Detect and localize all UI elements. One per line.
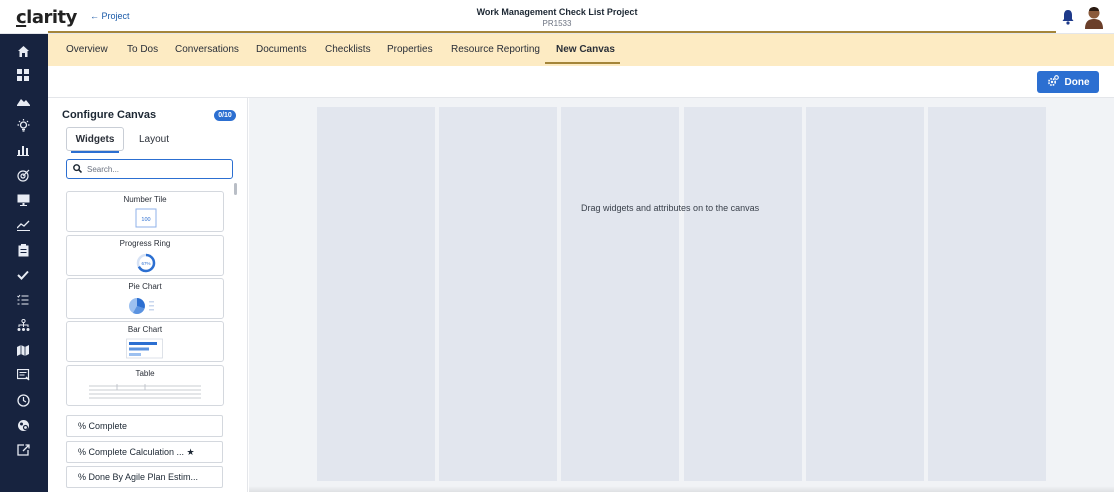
tab-widgets[interactable]: Widgets bbox=[66, 127, 124, 153]
active-tab-indicator bbox=[545, 62, 620, 64]
header-divider bbox=[48, 31, 1056, 33]
grid-icon[interactable] bbox=[12, 64, 34, 86]
widget-pie-chart[interactable]: Pie Chart bbox=[66, 278, 224, 319]
number-tile-thumbnail: 100 bbox=[135, 208, 157, 228]
idea-icon[interactable] bbox=[12, 114, 34, 136]
monitor-icon[interactable] bbox=[12, 189, 34, 211]
canvas-column[interactable] bbox=[439, 107, 557, 481]
attribute-percent-complete[interactable]: % Complete bbox=[66, 415, 223, 437]
org-chart-icon[interactable] bbox=[12, 314, 34, 336]
done-label: Done bbox=[1064, 76, 1090, 88]
settings-gear-icon bbox=[1047, 74, 1059, 90]
export-icon[interactable] bbox=[12, 439, 34, 461]
map-icon[interactable] bbox=[12, 339, 34, 361]
bell-icon[interactable] bbox=[1060, 8, 1076, 26]
landscape-icon[interactable] bbox=[12, 89, 34, 111]
widget-label: Table bbox=[135, 369, 155, 378]
bottom-shadow bbox=[249, 486, 1114, 492]
canvas-column[interactable] bbox=[684, 107, 802, 481]
checklist-icon[interactable] bbox=[12, 289, 34, 311]
left-sidebar bbox=[0, 34, 48, 492]
widget-label: Progress Ring bbox=[119, 239, 171, 248]
tab-checklists[interactable]: Checklists bbox=[325, 44, 371, 55]
attribute-percent-done-by-agile-plan[interactable]: % Done By Agile Plan Estim... bbox=[66, 466, 223, 488]
project-id: PR1533 bbox=[542, 19, 572, 28]
search-icon bbox=[73, 160, 83, 178]
attribute-percent-complete-calculation[interactable]: % Complete Calculation ... ★ bbox=[66, 441, 223, 463]
search-input[interactable] bbox=[87, 164, 217, 174]
tab-resource-reporting[interactable]: Resource Reporting bbox=[451, 44, 540, 55]
tab-conversations[interactable]: Conversations bbox=[175, 44, 239, 55]
canvas-empty-message: Drag widgets and attributes on to the ca… bbox=[581, 203, 760, 213]
widget-bar-chart[interactable]: Bar Chart bbox=[66, 321, 224, 362]
project-title: Work Management Check List Project bbox=[476, 7, 638, 17]
search-field[interactable] bbox=[66, 159, 233, 179]
tab-layout[interactable]: Layout bbox=[130, 127, 178, 151]
tab-overview[interactable]: Overview bbox=[66, 44, 108, 55]
clock-icon[interactable] bbox=[12, 389, 34, 411]
pie-chart-thumbnail bbox=[127, 295, 154, 315]
canvas-column[interactable] bbox=[928, 107, 1046, 481]
number-tile-value: 100 bbox=[141, 217, 150, 223]
tab-properties[interactable]: Properties bbox=[387, 44, 433, 55]
widget-progress-ring[interactable]: Progress Ring 67% bbox=[66, 235, 224, 276]
tab-to-dos[interactable]: To Dos bbox=[127, 44, 158, 55]
check-icon[interactable] bbox=[12, 264, 34, 286]
bar-chart-thumbnail bbox=[126, 338, 163, 359]
widget-number-tile[interactable]: Number Tile 100 bbox=[66, 191, 224, 232]
canvas-column[interactable] bbox=[561, 107, 679, 481]
canvas-toolbar bbox=[48, 66, 1114, 98]
progress-ring-thumbnail: 67% bbox=[135, 252, 157, 273]
widget-count-badge: 0/10 bbox=[214, 110, 236, 121]
settings-group-icon[interactable] bbox=[12, 414, 34, 436]
home-icon[interactable] bbox=[12, 40, 34, 62]
widget-label: Bar Chart bbox=[127, 325, 163, 334]
widget-table[interactable]: Table bbox=[66, 365, 224, 406]
panel-title: Configure Canvas bbox=[62, 109, 157, 121]
table-thumbnail bbox=[89, 382, 201, 402]
panel-scrollbar[interactable] bbox=[234, 183, 237, 195]
clipboard-icon[interactable] bbox=[12, 239, 34, 261]
canvas-column[interactable] bbox=[806, 107, 924, 481]
bar-chart-icon[interactable] bbox=[12, 139, 34, 161]
trend-icon[interactable] bbox=[12, 214, 34, 236]
done-button[interactable]: Done bbox=[1037, 71, 1099, 93]
top-bar bbox=[0, 0, 1114, 34]
target-icon[interactable] bbox=[12, 164, 34, 186]
widget-label: Number Tile bbox=[123, 195, 167, 204]
tab-new-canvas[interactable]: New Canvas bbox=[556, 44, 615, 55]
widget-label: Pie Chart bbox=[128, 282, 162, 291]
progress-ring-value: 67% bbox=[141, 261, 150, 266]
canvas-column[interactable] bbox=[317, 107, 435, 481]
tab-documents[interactable]: Documents bbox=[256, 44, 307, 55]
user-avatar[interactable] bbox=[1083, 5, 1105, 29]
report-icon[interactable] bbox=[12, 364, 34, 386]
